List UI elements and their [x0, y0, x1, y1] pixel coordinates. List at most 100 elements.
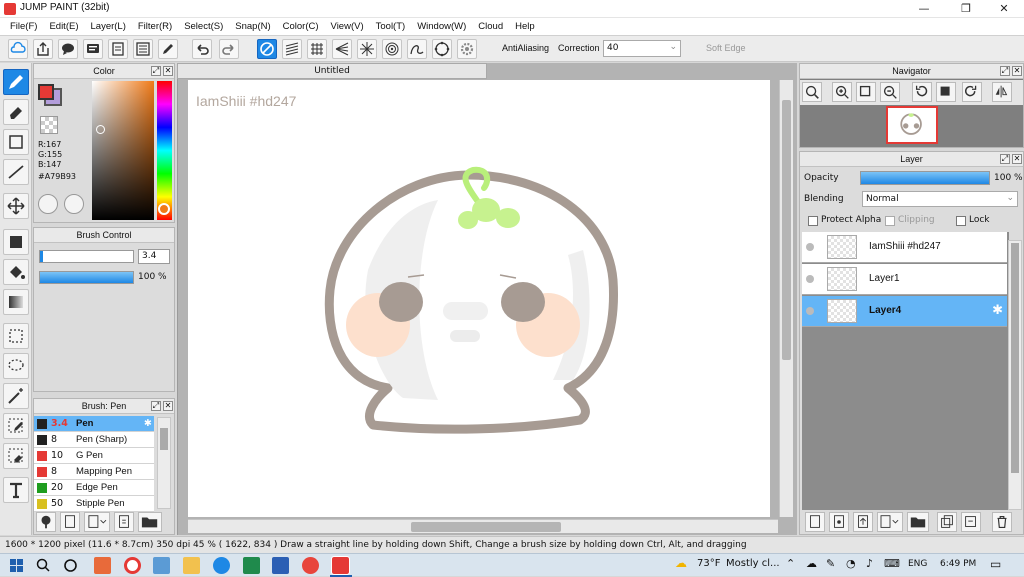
brush-item-mapping-pen[interactable]: 8 Mapping Pen — [34, 464, 154, 480]
monitor-icon[interactable] — [153, 557, 170, 574]
edge-icon[interactable] — [213, 557, 230, 574]
close-panel-icon[interactable]: ✕ — [163, 401, 173, 411]
menu-edit[interactable]: Edit(E) — [43, 18, 84, 35]
redo-icon[interactable] — [219, 39, 239, 59]
float-panel-icon[interactable]: ⤢ — [1000, 154, 1010, 164]
brush-dropdown-icon[interactable] — [84, 512, 110, 532]
fill-rect-tool-icon[interactable] — [3, 229, 29, 255]
curve-snap-icon[interactable] — [407, 39, 427, 59]
brush-item-g-pen[interactable]: 10 G Pen — [34, 448, 154, 464]
bucket-tool-icon[interactable] — [3, 259, 29, 285]
radial-snap-icon[interactable] — [357, 39, 377, 59]
saturation-value-picker[interactable] — [92, 81, 154, 220]
navigator-preview[interactable] — [886, 106, 938, 144]
menu-filter[interactable]: Filter(R) — [132, 18, 178, 35]
copy-layer-icon[interactable] — [937, 512, 957, 532]
rectangle-tool-icon[interactable] — [3, 129, 29, 155]
brush-size-value[interactable]: 3.4 — [138, 249, 170, 264]
browser-icon[interactable] — [124, 557, 141, 574]
ellipse-snap-icon[interactable] — [432, 39, 452, 59]
keyboard-icon[interactable]: ⌨ — [884, 557, 900, 570]
clock[interactable]: 6:49 PM — [940, 559, 976, 569]
brush-opacity-slider[interactable] — [39, 271, 134, 284]
gear-icon[interactable]: ✱ — [144, 416, 152, 431]
maximize-button[interactable]: ❐ — [946, 0, 986, 18]
protect-alpha-checkbox[interactable] — [808, 216, 818, 226]
tab-untitled[interactable]: Untitled — [177, 63, 487, 79]
no-snap-icon[interactable] — [257, 39, 277, 59]
move-tool-icon[interactable] — [3, 193, 29, 219]
chat-icon[interactable] — [58, 39, 78, 59]
windows-start-icon[interactable] — [8, 557, 25, 574]
float-panel-icon[interactable]: ⤢ — [151, 401, 161, 411]
brush-size-slider[interactable] — [39, 250, 134, 263]
flip-horizontal-icon[interactable] — [992, 82, 1012, 102]
brush-item-edge-pen[interactable]: 20 Edge Pen — [34, 480, 154, 496]
task-view-icon[interactable] — [62, 557, 79, 574]
weather-description[interactable]: Mostly cl... — [726, 558, 780, 569]
brush-folder-icon[interactable] — [138, 512, 162, 532]
concentric-snap-icon[interactable] — [382, 39, 402, 59]
blending-select[interactable]: Normal ⌄ — [862, 191, 1018, 207]
rotate-left-icon[interactable] — [912, 82, 932, 102]
page-icon[interactable] — [108, 39, 128, 59]
visibility-eye-icon[interactable] — [806, 275, 814, 283]
notification-icon[interactable]: ▭ — [990, 557, 1001, 571]
menu-tool[interactable]: Tool(T) — [370, 18, 412, 35]
brush-tool-icon[interactable] — [3, 69, 29, 95]
chrome-icon[interactable] — [302, 557, 319, 574]
parallel-snap-icon[interactable] — [282, 39, 302, 59]
gradient-tool-icon[interactable] — [3, 289, 29, 315]
minimize-button[interactable]: — — [904, 0, 944, 18]
menu-cloud[interactable]: Cloud — [472, 18, 509, 35]
canvas-vertical-scrollbar[interactable] — [779, 80, 793, 517]
zoom-in-icon[interactable] — [832, 82, 852, 102]
pen-icon[interactable]: ✎ — [826, 557, 835, 570]
line-tool-icon[interactable] — [3, 159, 29, 185]
copy-brush-icon[interactable] — [114, 512, 134, 532]
language-indicator[interactable]: ENG — [908, 559, 927, 569]
cloud-icon[interactable] — [8, 39, 28, 59]
layer-row-layer4[interactable]: Layer4 ✱ — [802, 296, 1007, 327]
word-icon[interactable] — [272, 557, 289, 574]
menu-select[interactable]: Select(S) — [178, 18, 229, 35]
new-halftone-layer-icon[interactable] — [829, 512, 849, 532]
select-pen-icon[interactable] — [3, 413, 29, 439]
zoom-fit-icon[interactable] — [802, 82, 822, 102]
color-picker-cursor[interactable] — [96, 125, 105, 134]
menu-window[interactable]: Window(W) — [411, 18, 472, 35]
powerpoint-icon[interactable] — [94, 557, 111, 574]
grid-snap-icon[interactable] — [307, 39, 327, 59]
menu-layer[interactable]: Layer(L) — [85, 18, 132, 35]
new-8bit-layer-icon[interactable] — [853, 512, 873, 532]
new-layer-icon[interactable] — [805, 512, 825, 532]
add-layer-dropdown-icon[interactable] — [877, 512, 903, 532]
clipping-checkbox[interactable] — [885, 216, 895, 226]
reset-view-icon[interactable] — [936, 82, 956, 102]
eraser-tool-icon[interactable] — [3, 99, 29, 125]
palette-edit-icon[interactable] — [64, 194, 84, 214]
close-panel-icon[interactable]: ✕ — [1012, 66, 1022, 76]
palette-icon[interactable] — [38, 194, 58, 214]
visibility-eye-icon[interactable] — [806, 243, 814, 251]
brush-item-pen[interactable]: 3.4 Pen ✱ — [34, 416, 154, 432]
edit-icon[interactable] — [158, 39, 178, 59]
lock-checkbox[interactable] — [956, 216, 966, 226]
zoom-out-icon[interactable] — [880, 82, 900, 102]
canvas-horizontal-scrollbar[interactable] — [188, 519, 778, 533]
hue-slider-handle[interactable] — [158, 203, 170, 215]
snap-settings-icon[interactable] — [457, 39, 477, 59]
search-icon[interactable] — [35, 557, 52, 574]
comment-icon[interactable] — [83, 39, 103, 59]
rotate-right-icon[interactable] — [962, 82, 982, 102]
float-panel-icon[interactable]: ⤢ — [1000, 66, 1010, 76]
select-rect-icon[interactable] — [3, 323, 29, 349]
lasso-icon[interactable] — [3, 353, 29, 379]
close-button[interactable]: ✕ — [984, 0, 1024, 18]
cloud-sync-icon[interactable]: ☁ — [806, 557, 817, 570]
drawing-canvas[interactable]: IamShiii #hd247 — [188, 80, 770, 517]
list-icon[interactable] — [133, 39, 153, 59]
new-brush-icon[interactable] — [60, 512, 80, 532]
file-explorer-icon[interactable] — [183, 557, 200, 574]
share-icon[interactable] — [33, 39, 53, 59]
